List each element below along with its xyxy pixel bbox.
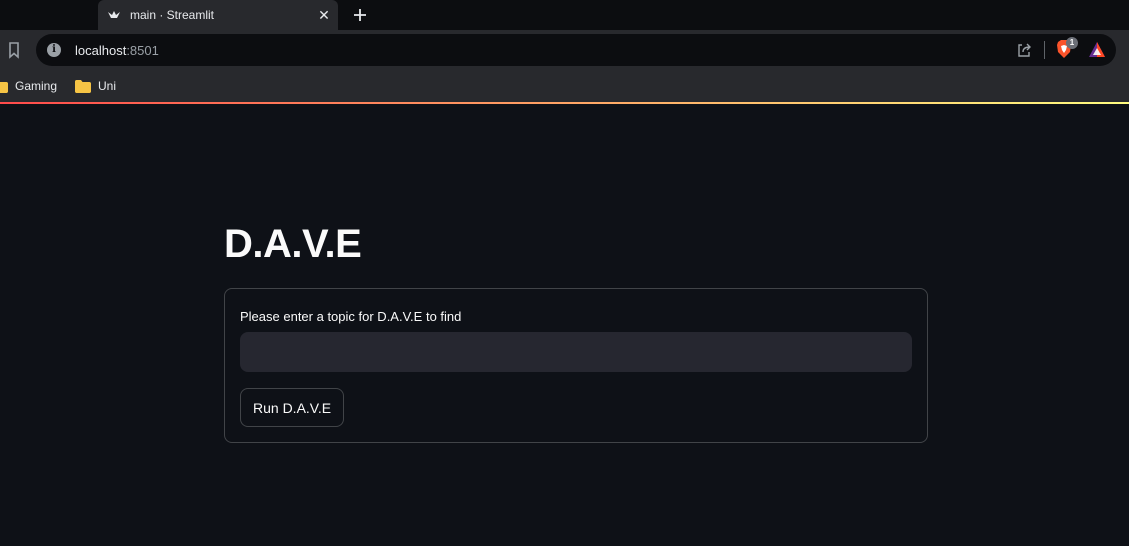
topic-input[interactable] xyxy=(240,332,912,372)
browser-tab[interactable]: main · Streamlit ✕ xyxy=(98,0,338,30)
info-icon[interactable]: i xyxy=(47,43,61,57)
bookmark-label: Gaming xyxy=(15,79,58,93)
share-icon[interactable] xyxy=(1016,42,1032,58)
topic-input-label: Please enter a topic for D.A.V.E to find xyxy=(240,309,462,324)
bookmark-icon[interactable] xyxy=(5,41,23,59)
new-tab-button[interactable] xyxy=(350,5,370,25)
url-text[interactable]: localhost:8501 xyxy=(75,43,159,58)
app-main: D.A.V.E Please enter a topic for D.A.V.E… xyxy=(0,104,1129,546)
url-port: :8501 xyxy=(126,43,159,58)
topic-form: Please enter a topic for D.A.V.E to find… xyxy=(224,288,928,443)
close-icon[interactable]: ✕ xyxy=(316,7,332,23)
folder-icon xyxy=(75,79,91,93)
tab-strip: main · Streamlit ✕ xyxy=(0,0,1129,30)
shield-count-badge: 1 xyxy=(1066,37,1078,49)
url-host: localhost xyxy=(75,43,127,58)
page-title: D.A.V.E xyxy=(224,222,362,266)
plus-icon xyxy=(354,9,366,21)
bookmarks-bar: Gaming Uni xyxy=(0,70,1129,102)
bookmark-label: Uni xyxy=(98,79,117,93)
bookmark-folder-uni[interactable]: Uni xyxy=(75,77,116,95)
address-bar[interactable]: i localhost:8501 1 xyxy=(36,34,1116,66)
brave-rewards-icon[interactable] xyxy=(1088,41,1106,59)
streamlit-crown-icon xyxy=(108,11,120,18)
tab-title: main · Streamlit xyxy=(130,8,215,22)
browser-toolbar: i localhost:8501 1 xyxy=(0,30,1129,70)
bookmark-folder-gaming[interactable]: Gaming xyxy=(0,77,57,95)
separator xyxy=(1044,41,1045,59)
folder-icon xyxy=(0,81,8,93)
run-dave-button[interactable]: Run D.A.V.E xyxy=(240,388,345,427)
